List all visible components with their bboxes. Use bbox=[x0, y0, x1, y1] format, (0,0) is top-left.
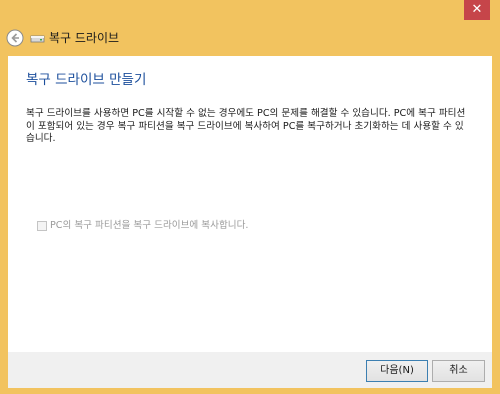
header-title: 복구 드라이브 bbox=[49, 31, 120, 45]
content-panel: 복구 드라이브 만들기 복구 드라이브를 사용하면 PC를 시작할 수 없는 경… bbox=[8, 56, 492, 352]
recovery-drive-window: ✕ 복구 드라이브 복구 드라이브 만들기 복구 드라이브를 사용하면 PC를 … bbox=[0, 0, 500, 394]
copy-partition-label: PC의 복구 파티션을 복구 드라이브에 복사합니다. bbox=[50, 220, 249, 231]
next-button[interactable]: 다음(N) bbox=[366, 360, 428, 382]
button-bar: 다음(N) 취소 bbox=[8, 352, 492, 388]
title-bar: ✕ bbox=[0, 0, 500, 24]
cancel-button[interactable]: 취소 bbox=[432, 360, 485, 382]
close-button[interactable]: ✕ bbox=[464, 0, 490, 20]
close-icon: ✕ bbox=[471, 2, 483, 17]
copy-partition-checkbox[interactable] bbox=[37, 221, 47, 231]
drive-icon bbox=[30, 35, 45, 43]
wizard-header: 복구 드라이브 bbox=[0, 24, 500, 52]
description-text: 복구 드라이브를 사용하면 PC를 시작할 수 없는 경우에도 PC의 문제를 … bbox=[26, 108, 466, 144]
page-title: 복구 드라이브 만들기 bbox=[26, 72, 147, 88]
back-arrow-icon[interactable] bbox=[6, 29, 24, 47]
